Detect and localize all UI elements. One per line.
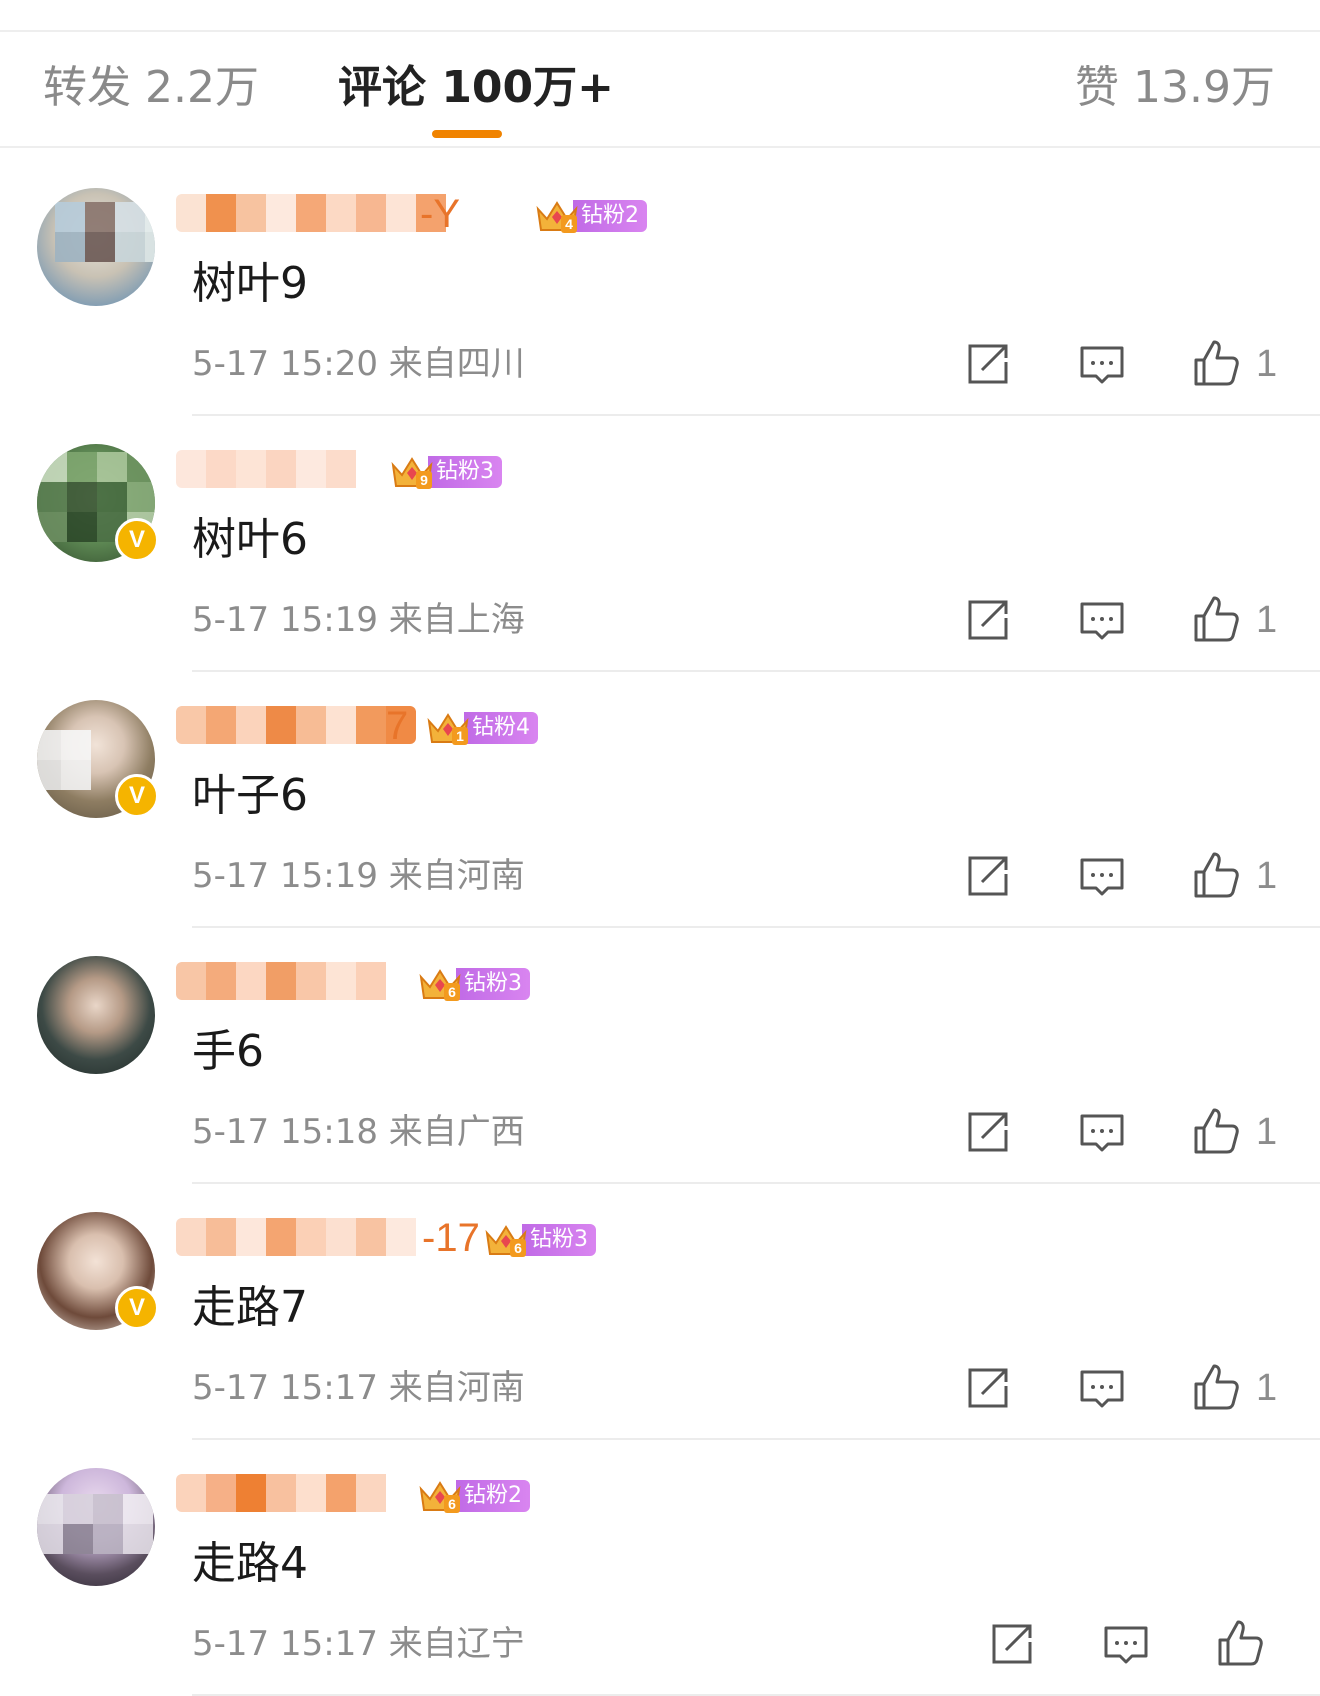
share-icon[interactable] [960, 592, 1016, 648]
thumbs-up-icon[interactable] [1188, 592, 1244, 648]
tab-reposts[interactable]: 转发 2.2万 [43, 58, 259, 118]
username-visible: -17 [422, 1216, 480, 1260]
share-icon[interactable] [960, 1104, 1016, 1160]
like-count: 1 [1256, 599, 1278, 641]
crown-level: 1 [452, 727, 468, 745]
verified-v-icon: V [115, 1286, 159, 1330]
reply-icon[interactable] [1074, 1360, 1130, 1416]
top-strip [0, 0, 1320, 32]
thumbs-up-icon[interactable] [1188, 848, 1244, 904]
share-icon[interactable] [960, 848, 1016, 904]
avatar-mosaic [37, 730, 91, 790]
crown-level: 9 [416, 471, 432, 489]
tab-bar: 转发 2.2万 评论 100万+ 赞 13.9万 [0, 32, 1320, 148]
avatar-image [37, 1468, 155, 1586]
active-tab-indicator [432, 130, 502, 138]
avatar[interactable]: V [37, 700, 159, 818]
crown-level: 6 [444, 983, 460, 1001]
thumbs-up-icon[interactable] [1212, 1616, 1268, 1672]
like-count: 1 [1256, 1367, 1278, 1409]
crown-level: 4 [561, 215, 577, 233]
reply-icon[interactable] [1074, 592, 1130, 648]
reply-icon[interactable] [1098, 1616, 1154, 1672]
avatar[interactable] [37, 956, 155, 1074]
comment-text: 走路4 [192, 1538, 308, 1589]
share-icon[interactable] [984, 1616, 1040, 1672]
comment-item: V 9 钻粉3 树叶6 5-17 15:19 来自上海 1 [0, 416, 1320, 672]
verified-v-icon: V [115, 774, 159, 818]
comment-item: 6 钻粉3 手6 5-17 15:18 来自广西 1 [0, 928, 1320, 1184]
username-visible: 7 [386, 704, 409, 748]
fan-badge-label: 钻粉4 [464, 712, 538, 744]
avatar[interactable] [37, 188, 155, 306]
thumbs-up-icon[interactable] [1188, 336, 1244, 392]
crown-icon: 6 [484, 1221, 528, 1259]
tab-comments[interactable]: 评论 100万+ [338, 58, 614, 118]
avatar[interactable]: V [37, 1212, 159, 1330]
like-count: 1 [1256, 1111, 1278, 1153]
reply-icon[interactable] [1074, 336, 1130, 392]
crown-level: 6 [510, 1239, 526, 1257]
fan-badge: 4 钻粉2 [535, 198, 647, 234]
avatar[interactable] [37, 1468, 155, 1586]
fan-badge: 9 钻粉3 [390, 454, 502, 490]
avatar-mosaic [37, 1494, 153, 1554]
like-count: 1 [1256, 343, 1278, 385]
comment-list: -Y 4 钻粉2 树叶9 5-17 15:20 来自四川 1 V 9 钻粉3 树… [0, 160, 1320, 1696]
avatar-image [37, 188, 155, 306]
thumbs-up-icon[interactable] [1188, 1360, 1244, 1416]
comment-item: 6 钻粉2 走路4 5-17 15:17 来自辽宁 [0, 1440, 1320, 1696]
reply-icon[interactable] [1074, 848, 1130, 904]
comment-meta: 5-17 15:17 来自辽宁 [192, 1624, 525, 1664]
comment-item: V -17 6 钻粉3 走路7 5-17 15:17 来自河南 1 [0, 1184, 1320, 1440]
like-count: 1 [1256, 855, 1278, 897]
name-redaction [176, 450, 366, 488]
comment-meta: 5-17 15:18 来自广西 [192, 1112, 525, 1152]
comment-meta: 5-17 15:17 来自河南 [192, 1368, 525, 1408]
comment-meta: 5-17 15:19 来自上海 [192, 600, 525, 640]
crown-icon: 9 [390, 453, 434, 491]
comment-meta: 5-17 15:19 来自河南 [192, 856, 525, 896]
reply-icon[interactable] [1074, 1104, 1130, 1160]
comment-text: 树叶9 [192, 258, 308, 309]
name-redaction [176, 1474, 398, 1512]
comment-item: -Y 4 钻粉2 树叶9 5-17 15:20 来自四川 1 [0, 160, 1320, 416]
fan-badge: 6 钻粉3 [484, 1222, 596, 1258]
avatar[interactable]: V [37, 444, 159, 562]
fan-badge-label: 钻粉3 [456, 968, 530, 1000]
fan-badge-label: 钻粉3 [522, 1224, 596, 1256]
fan-badge: 6 钻粉3 [418, 966, 530, 1002]
name-redaction [176, 1218, 426, 1256]
username-visible: -Y [420, 192, 460, 236]
name-redaction [176, 962, 398, 1000]
comment-text: 叶子6 [192, 770, 308, 821]
verified-v-icon: V [115, 518, 159, 562]
tab-likes[interactable]: 赞 13.9万 [1075, 58, 1275, 118]
fan-badge-label: 钻粉2 [573, 200, 647, 232]
crown-icon: 6 [418, 965, 462, 1003]
comment-text: 树叶6 [192, 514, 308, 565]
crown-icon: 1 [426, 709, 470, 747]
share-icon[interactable] [960, 336, 1016, 392]
comment-item: V 7 1 钻粉4 叶子6 5-17 15:19 来自河南 1 [0, 672, 1320, 928]
avatar-image [37, 956, 155, 1074]
share-icon[interactable] [960, 1360, 1016, 1416]
fan-badge-label: 钻粉3 [428, 456, 502, 488]
avatar-mosaic [55, 202, 155, 262]
comment-meta: 5-17 15:20 来自四川 [192, 344, 525, 384]
comment-text: 走路7 [192, 1282, 308, 1333]
fan-badge: 1 钻粉4 [426, 710, 538, 746]
fan-badge: 6 钻粉2 [418, 1478, 530, 1514]
crown-level: 6 [444, 1495, 460, 1513]
fan-badge-label: 钻粉2 [456, 1480, 530, 1512]
name-redaction [176, 194, 456, 232]
thumbs-up-icon[interactable] [1188, 1104, 1244, 1160]
crown-icon: 6 [418, 1477, 462, 1515]
crown-icon: 4 [535, 197, 579, 235]
name-redaction [176, 706, 416, 744]
comment-text: 手6 [192, 1026, 264, 1077]
